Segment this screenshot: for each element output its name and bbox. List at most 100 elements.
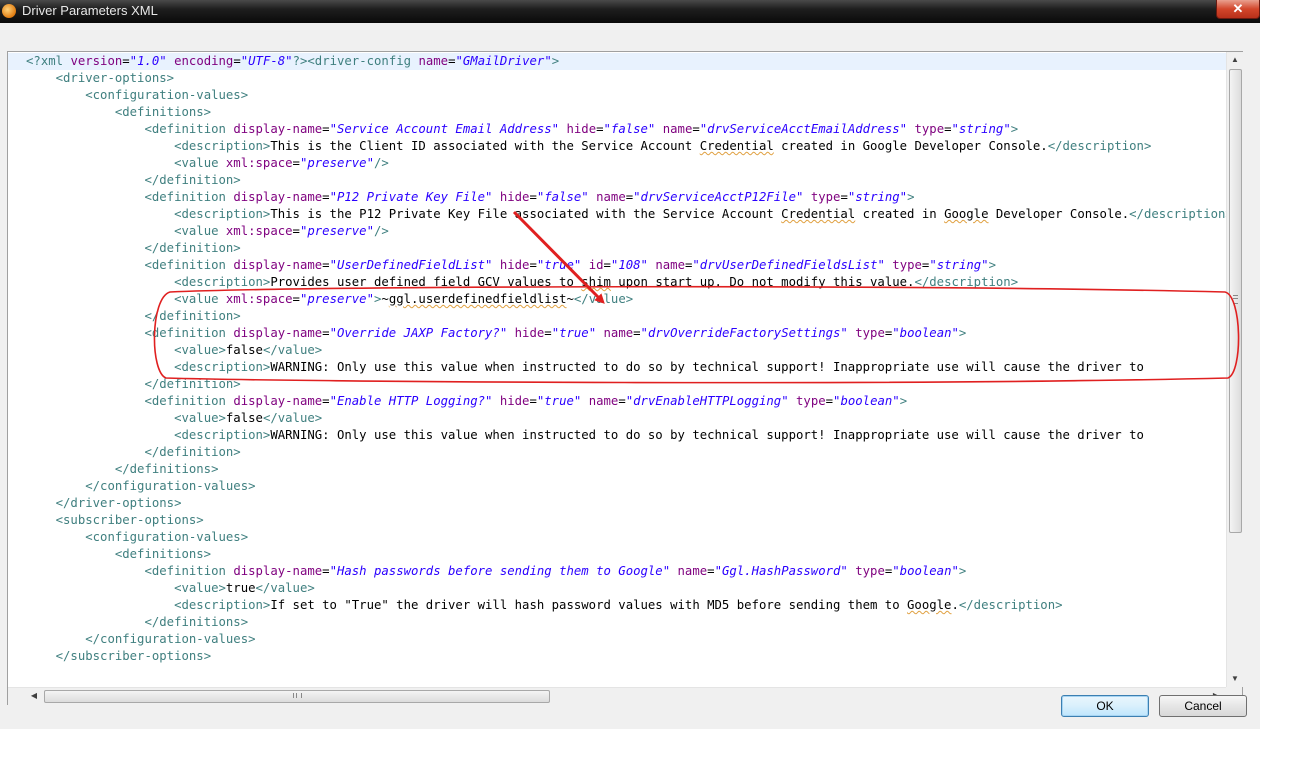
code-token: This is the P12 Private Key File associa… [270,207,782,221]
code-line: <definition display-name="P12 Private Ke… [26,189,914,206]
xml-editor[interactable]: <?xml version="1.0" encoding="UTF-8"?><d… [8,52,1226,687]
code-line: </definition> [26,308,240,325]
code-token: = [596,122,604,136]
code-token: upon start up. Do not modify this value. [610,275,915,289]
code-token: = [840,190,848,204]
code-token: version [70,54,123,68]
code-token: <value> [174,581,226,595]
code-line: <description>If set to "True" the driver… [26,597,1062,614]
window-title: Driver Parameters XML [22,3,158,18]
code-token: WARNING: Only use this value when instru… [270,428,1144,442]
close-button[interactable]: ✕ [1216,0,1260,19]
code-token: <definition [144,190,234,204]
vertical-scroll-thumb[interactable] [1229,69,1242,533]
code-token: true [225,581,256,595]
code-token: ~ [566,292,574,306]
code-token: created in Google Developer Console. [773,139,1048,153]
code-token: <value [174,224,226,238]
code-token: </description> [914,275,1019,289]
code-token: <driver-config [307,54,419,68]
code-token: display-name [233,258,323,272]
code-line: </configuration-values> [26,631,255,648]
code-token: </definition> [144,377,241,391]
code-token: <definitions> [114,105,212,119]
code-line: <driver-options> [26,70,174,87]
code-token: "boolean" [892,326,959,340]
code-token: id [588,258,604,272]
code-token: = [529,190,537,204]
ok-button[interactable]: OK [1061,695,1149,717]
code-line: <definition display-name="Hash passwords… [26,563,966,580]
code-token: Provides user defined field GCV values t… [270,275,582,289]
code-token: </subscriber-options> [55,649,212,663]
code-token: "preserve" [299,292,374,306]
code-token: = [603,258,611,272]
code-token: name [603,326,634,340]
code-token: "1.0" [129,54,167,68]
scroll-down-icon[interactable]: ▼ [1227,671,1243,687]
code-line: </definition> [26,172,240,189]
code-token: "string" [929,258,989,272]
code-token: xml:space [225,292,293,306]
code-token: <definition [144,394,234,408]
vertical-scrollbar[interactable]: ▲ ▼ [1226,52,1243,687]
code-token: <? [26,54,41,68]
code-token: "drvUserDefinedFieldsList" [692,258,885,272]
code-line: </subscriber-options> [26,648,211,665]
code-token: = [529,394,537,408]
code-token: > [899,394,908,408]
code-token: created in [855,207,945,221]
code-token: <value [174,156,226,170]
code-token: "preserve" [299,224,374,238]
code-token: "string" [847,190,908,204]
code-token: false [225,411,263,425]
code-token: false [225,343,263,357]
code-token: = [292,292,300,306]
dialog-body: <?xml version="1.0" encoding="UTF-8"?><d… [0,23,1260,729]
code-line: <value xml:space="preserve"/> [26,155,389,172]
code-token: . [951,598,959,612]
code-line: <definition display-name="Enable HTTP Lo… [26,393,907,410]
spellcheck-word: Credential [781,207,856,221]
code-token: hide [499,190,530,204]
cancel-button[interactable]: Cancel [1159,695,1247,717]
grip-icon [1233,295,1238,304]
code-token: xml:space [225,156,293,170]
code-line: <description>WARNING: Only use this valu… [26,359,1144,376]
code-token: <definition [144,326,234,340]
code-token: This is the Client ID associated with th… [270,139,700,153]
code-token: </value> [262,343,323,357]
code-token: = [292,156,300,170]
code-token: display-name [233,190,323,204]
code-line: </definition> [26,376,241,393]
code-token: hide [499,394,530,408]
code-token: = [322,326,330,340]
horizontal-scroll-thumb[interactable] [44,690,550,703]
code-token: "drvServiceAcctP12File" [633,190,804,204]
code-token: name [662,122,693,136]
scroll-left-icon[interactable]: ◀ [26,688,42,704]
code-token: > [958,326,967,340]
code-line: </definition> [26,240,240,257]
horizontal-scrollbar[interactable]: ◀ ▶ [8,687,1226,705]
code-line: <definitions> [26,104,211,121]
code-token: <description> [174,275,271,289]
code-token: = [322,122,330,136]
code-line: <value>false</value> [26,410,322,427]
code-token: display-name [233,394,323,408]
code-token: <description> [174,139,271,153]
code-token: <configuration-values> [85,88,249,102]
scroll-up-icon[interactable]: ▲ [1227,52,1243,68]
